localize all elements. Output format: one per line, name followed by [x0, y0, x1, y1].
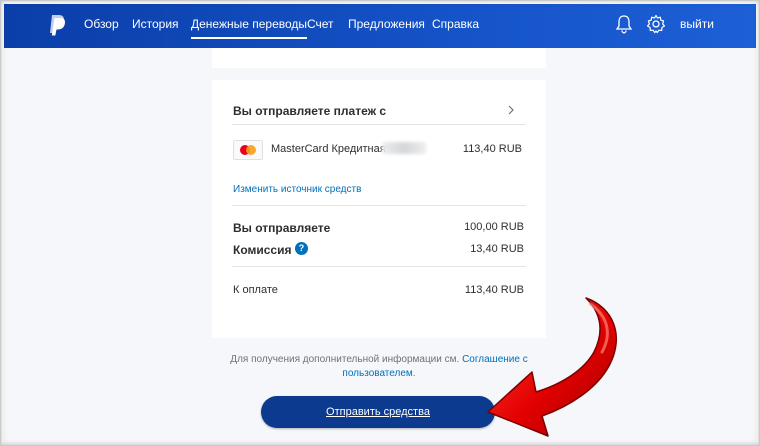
nav-item-help[interactable]: Справка	[432, 17, 479, 31]
card-amount: 113,40 RUB	[462, 143, 522, 155]
masked-card-number	[382, 142, 426, 154]
nav-item-overview[interactable]: Обзор	[84, 17, 119, 31]
total-label: К оплате	[233, 284, 278, 296]
card-name[interactable]: MasterCard Кредитная	[271, 143, 386, 155]
send-amount: 100,00 RUB	[464, 221, 524, 233]
previous-card	[212, 48, 546, 68]
fee-amount: 13,40 RUB	[470, 243, 524, 255]
chevron-right-icon[interactable]	[506, 104, 516, 116]
red-arrow-annotation	[487, 297, 618, 437]
note-suffix: .	[412, 368, 416, 379]
top-navigation: Обзор История Денежные переводы Счет Пре…	[4, 4, 756, 48]
nav-item-offers[interactable]: Предложения	[348, 17, 425, 31]
divider	[232, 205, 526, 206]
logout-link[interactable]: выйти	[680, 17, 714, 31]
send-label: Вы отправляете	[233, 221, 331, 235]
divider	[232, 266, 526, 267]
nav-item-account[interactable]: Счет	[307, 17, 334, 31]
gear-icon[interactable]	[645, 13, 667, 35]
help-icon[interactable]: ?	[295, 242, 308, 255]
fee-label: Комиссия	[233, 243, 292, 257]
change-source-link[interactable]: Изменить источник средств	[233, 184, 361, 195]
divider	[232, 124, 526, 125]
send-funds-button[interactable]: Отправить средства	[261, 396, 495, 428]
app-shell: Обзор История Денежные переводы Счет Пре…	[4, 4, 756, 446]
source-heading: Вы отправляете платеж с	[233, 104, 387, 118]
note-text: Для получения дополнительной информации …	[230, 354, 463, 365]
mastercard-icon	[233, 140, 263, 160]
nav-item-history[interactable]: История	[132, 17, 179, 31]
paypal-logo[interactable]	[48, 13, 66, 37]
nav-item-transfers[interactable]: Денежные переводы	[191, 17, 308, 39]
bell-icon[interactable]	[613, 13, 635, 35]
